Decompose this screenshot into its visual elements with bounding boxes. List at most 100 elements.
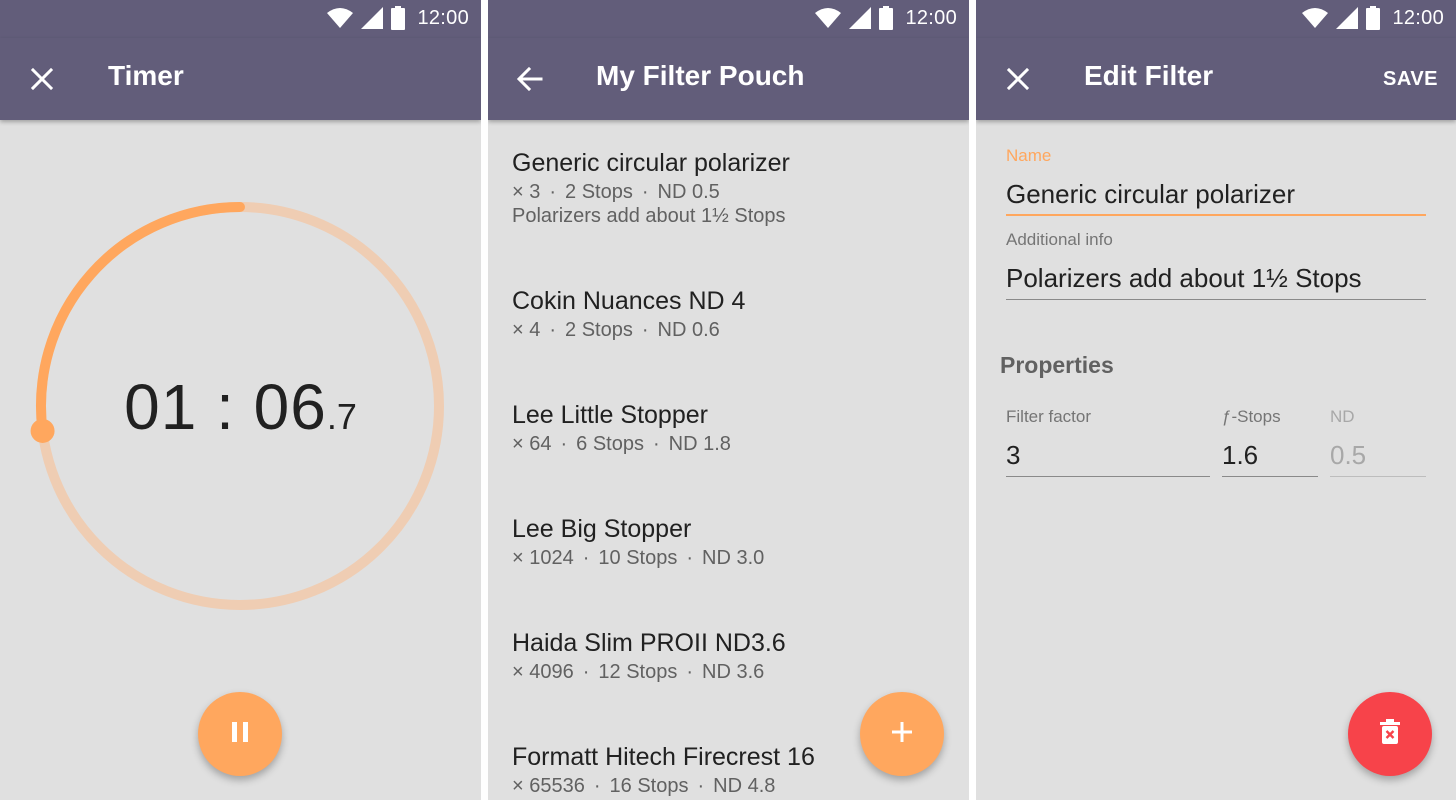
battery-icon (1366, 6, 1381, 30)
filter-nd: ND 3.0 (702, 547, 765, 569)
f-stops-field[interactable]: 1.6 (1222, 439, 1318, 477)
signal-icon (1336, 7, 1359, 29)
filter-meta: × 1024 · 10 Stops · ND 3.0 (512, 546, 952, 570)
f-stops-label: ƒ-Stops (1222, 407, 1281, 426)
separator: · (686, 661, 694, 683)
separator: · (652, 433, 660, 455)
separator: · (549, 181, 557, 203)
filter-stops: 2 Stops (565, 181, 633, 203)
battery-icon (879, 6, 894, 30)
page-title: My Filter Pouch (596, 60, 805, 91)
filter-nd: ND 3.6 (702, 661, 765, 683)
wifi-icon (1302, 8, 1329, 28)
info-value: Polarizers add about 1½ Stops (1006, 263, 1362, 293)
nd-field: 0.5 (1330, 439, 1426, 477)
app-bar: Timer (0, 38, 481, 120)
filter-meta: × 4096 · 12 Stops · ND 3.6 (512, 660, 952, 684)
filter-nd: ND 0.6 (657, 319, 720, 341)
wifi-icon (327, 8, 354, 28)
status-clock: 12:00 (905, 6, 957, 29)
filter-meta: × 4 · 2 Stops · ND 0.6 (512, 318, 952, 342)
separator: · (641, 319, 649, 341)
filter-list-item[interactable]: Generic circular polarizer × 3 · 2 Stops · N… (512, 148, 952, 228)
delete-button[interactable] (1348, 692, 1432, 776)
filter-meta: × 3 · 2 Stops · ND 0.5 (512, 180, 952, 204)
add-filter-button[interactable] (860, 692, 944, 776)
filter-factor: × 64 (512, 433, 552, 455)
separator: · (641, 181, 649, 203)
filter-stops: 16 Stops (609, 775, 689, 797)
filter-factor-value: 3 (1006, 440, 1021, 470)
name-value: Generic circular polarizer (1006, 179, 1295, 209)
filter-list-item[interactable]: Cokin Nuances ND 4 × 4 · 2 Stops · ND 0.6 (512, 286, 952, 342)
status-clock: 12:00 (1392, 6, 1444, 29)
separator: · (697, 775, 705, 797)
filter-list-item[interactable]: Lee Big Stopper × 1024 · 10 Stops · ND 3.0 (512, 514, 952, 570)
status-bar: 12:00 (0, 0, 481, 38)
filter-meta: × 64 · 6 Stops · ND 1.8 (512, 432, 952, 456)
filter-factor: × 65536 (512, 775, 585, 797)
separator: · (686, 547, 694, 569)
name-label: Name (1006, 146, 1052, 165)
app-bar: Edit Filter SAVE (976, 38, 1456, 120)
properties-heading: Properties (1000, 352, 1114, 378)
pause-button[interactable] (198, 692, 282, 776)
status-clock: 12:00 (417, 6, 469, 29)
filter-name: Generic circular polarizer (512, 149, 790, 177)
delete-icon (1379, 718, 1401, 750)
timer-display: 01 : 06.7 (0, 370, 481, 444)
close-icon[interactable] (26, 63, 58, 95)
filter-factor: × 3 (512, 181, 541, 203)
filter-factor-label: Filter factor (1006, 407, 1092, 426)
page-title: Timer (108, 60, 184, 91)
filter-factor: × 4096 (512, 661, 574, 683)
nd-label: ND (1330, 407, 1355, 426)
timer-tenths: .7 (326, 396, 357, 437)
nd-value: 0.5 (1330, 440, 1367, 470)
filter-nd: ND 1.8 (668, 433, 731, 455)
wifi-icon (815, 8, 842, 28)
filter-name: Lee Big Stopper (512, 515, 692, 543)
separator: · (593, 775, 601, 797)
close-icon[interactable] (1002, 63, 1034, 95)
info-label: Additional info (1006, 230, 1113, 249)
filter-list-item[interactable]: Haida Slim PROII ND3.6 × 4096 · 12 Stops · N… (512, 628, 952, 684)
name-field[interactable]: Generic circular polarizer (1006, 178, 1426, 216)
filter-factor: × 1024 (512, 547, 574, 569)
separator: · (560, 433, 568, 455)
filter-nd: ND 4.8 (713, 775, 776, 797)
timer-time: 01 : 06 (124, 371, 327, 443)
save-button[interactable]: SAVE (1383, 68, 1438, 91)
filter-stops: 2 Stops (565, 319, 633, 341)
filter-list-item[interactable]: Lee Little Stopper × 64 · 6 Stops · ND 1.8 (512, 400, 952, 456)
filter-stops: 6 Stops (576, 433, 644, 455)
separator: · (582, 547, 590, 569)
edit-filter-screen: 12:00 Edit Filter SAVE Name Generic circ… (976, 0, 1456, 800)
filter-stops: 12 Stops (598, 661, 678, 683)
page-title: Edit Filter (1084, 60, 1214, 91)
filter-pouch-screen: 12:00 My Filter Pouch Generic circular p… (488, 0, 969, 800)
filter-stops: 10 Stops (598, 547, 678, 569)
add-icon (890, 720, 914, 749)
separator: · (549, 319, 557, 341)
app-bar: My Filter Pouch (488, 38, 969, 120)
pause-icon (230, 721, 250, 748)
filter-name: Haida Slim PROII ND3.6 (512, 629, 786, 657)
f-stops-value: 1.6 (1222, 440, 1259, 470)
filter-name: Cokin Nuances ND 4 (512, 287, 746, 315)
filter-meta: × 65536 · 16 Stops · ND 4.8 (512, 774, 952, 798)
timer-screen: 12:00 Timer 01 : 06.7 (0, 0, 481, 800)
additional-info-field[interactable]: Polarizers add about 1½ Stops (1006, 262, 1426, 300)
filter-factor-field[interactable]: 3 (1006, 439, 1210, 477)
battery-icon (391, 6, 406, 30)
signal-icon (361, 7, 384, 29)
filter-name: Lee Little Stopper (512, 401, 708, 429)
filter-info: Polarizers add about 1½ Stops (512, 205, 786, 227)
signal-icon (849, 7, 872, 29)
status-bar: 12:00 (976, 0, 1456, 38)
status-bar: 12:00 (488, 0, 969, 38)
arrow-back-icon[interactable] (514, 63, 546, 95)
filter-nd: ND 0.5 (657, 181, 720, 203)
separator: · (582, 661, 590, 683)
filter-factor: × 4 (512, 319, 541, 341)
